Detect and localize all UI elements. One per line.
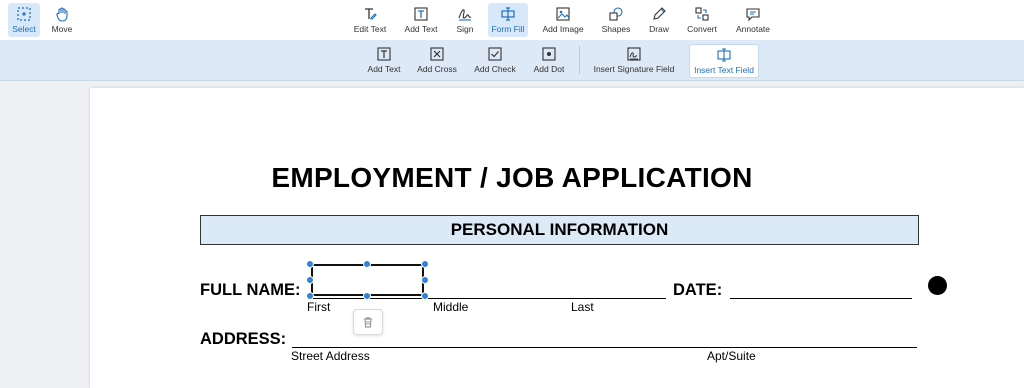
add-text-sub-label: Add Text <box>367 64 401 74</box>
signature-icon <box>458 9 472 21</box>
section-header: PERSONAL INFORMATION <box>200 215 919 245</box>
edit-text-icon <box>365 8 377 20</box>
annotate-tool-button[interactable]: Annotate <box>733 3 773 37</box>
section-header-label: PERSONAL INFORMATION <box>450 220 669 239</box>
select-tool-button[interactable]: Select <box>8 3 40 37</box>
last-name-caption: Last <box>571 300 594 314</box>
annotate-label: Annotate <box>735 24 771 34</box>
hand-icon <box>56 7 68 22</box>
pen-icon <box>653 7 666 20</box>
shapes-icon <box>609 7 623 21</box>
signature-field-icon <box>627 47 641 61</box>
add-text-icon <box>414 7 428 21</box>
select-tool-label: Select <box>12 24 36 34</box>
trash-icon <box>364 317 372 328</box>
move-tool-button[interactable]: Move <box>46 3 78 37</box>
shapes-label: Shapes <box>601 24 631 34</box>
resize-handle-left[interactable] <box>306 276 314 284</box>
full-name-label: FULL NAME: <box>200 281 301 299</box>
date-line <box>730 298 912 299</box>
placed-dot-mark[interactable] <box>928 276 947 295</box>
convert-icon <box>695 7 709 21</box>
edit-text-tool-button[interactable]: Edit Text <box>350 3 390 37</box>
subtoolbar-divider <box>579 46 580 74</box>
form-fill-icon <box>501 7 515 21</box>
add-check-label: Add Check <box>474 64 516 74</box>
add-cross-label: Add Cross <box>417 64 457 74</box>
add-text-label: Add Text <box>404 24 438 34</box>
first-name-caption: First <box>307 300 331 314</box>
edit-text-label: Edit Text <box>353 24 387 34</box>
convert-tool-button[interactable]: Convert <box>684 3 720 37</box>
form-fill-tool-button[interactable]: Form Fill <box>488 3 528 37</box>
resize-handle-top[interactable] <box>363 260 371 268</box>
add-dot-label: Add Dot <box>533 64 565 74</box>
add-check-button[interactable]: Add Check <box>472 44 518 76</box>
text-box-icon <box>377 47 391 61</box>
add-image-label: Add Image <box>542 24 584 34</box>
add-text-tool-button[interactable]: Add Text <box>400 3 442 37</box>
add-text-field-button[interactable]: Add Text <box>364 44 404 76</box>
sign-tool-button[interactable]: Sign <box>450 3 480 37</box>
add-dot-button[interactable]: Add Dot <box>530 44 568 76</box>
sign-label: Sign <box>456 24 474 34</box>
resize-handle-top-left[interactable] <box>306 260 314 268</box>
document-title: EMPLOYMENT / JOB APPLICATION <box>271 162 753 193</box>
shapes-tool-button[interactable]: Shapes <box>598 3 634 37</box>
text-field-icon <box>717 48 731 62</box>
cross-box-icon <box>430 47 444 61</box>
street-address-caption: Street Address <box>291 349 370 363</box>
resize-handle-bottom-right[interactable] <box>421 292 429 300</box>
image-icon <box>556 7 570 21</box>
address-label: ADDRESS: <box>200 330 287 348</box>
date-label: DATE: <box>673 281 723 299</box>
insert-signature-field-label: Insert Signature Field <box>593 64 675 74</box>
insert-signature-field-button[interactable]: Insert Signature Field <box>590 44 678 76</box>
insert-text-field-button[interactable]: Insert Text Field <box>689 44 759 78</box>
address-line <box>292 347 917 348</box>
dot-box-icon <box>542 47 556 61</box>
resize-handle-right[interactable] <box>421 276 429 284</box>
move-tool-label: Move <box>51 24 73 34</box>
main-toolbar: Select Move Edit Text Add Text Sign Form… <box>0 0 1024 41</box>
add-cross-button[interactable]: Add Cross <box>415 44 459 76</box>
resize-handle-top-right[interactable] <box>421 260 429 268</box>
delete-field-button[interactable] <box>353 309 383 335</box>
middle-name-caption: Middle <box>433 300 469 314</box>
resize-handle-bottom[interactable] <box>363 292 371 300</box>
draw-label: Draw <box>649 24 669 34</box>
form-fill-label: Form Fill <box>491 24 525 34</box>
check-box-icon <box>488 47 502 61</box>
select-icon <box>17 7 31 21</box>
comment-icon <box>746 8 760 22</box>
form-fill-subtoolbar: Add Text Add Cross Add Check Add Dot Ins… <box>0 40 1024 81</box>
convert-label: Convert <box>687 24 717 34</box>
insert-text-field-label: Insert Text Field <box>694 65 754 75</box>
apt-suite-caption: Apt/Suite <box>707 349 756 363</box>
add-image-tool-button[interactable]: Add Image <box>540 3 586 37</box>
draw-tool-button[interactable]: Draw <box>644 3 674 37</box>
resize-handle-bottom-left[interactable] <box>306 292 314 300</box>
